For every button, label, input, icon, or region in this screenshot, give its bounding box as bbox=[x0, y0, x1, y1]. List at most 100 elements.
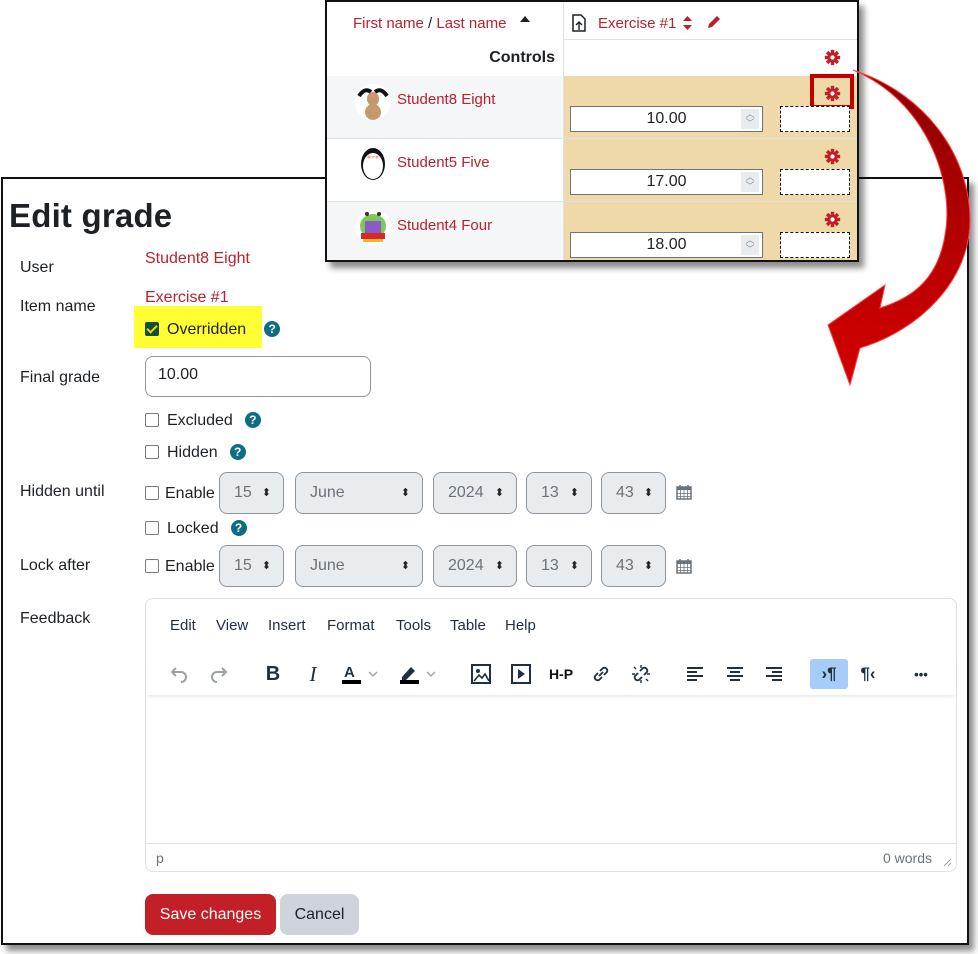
help-icon[interactable]: ? bbox=[230, 520, 247, 536]
menu-table[interactable]: Table bbox=[450, 617, 486, 634]
redo-button[interactable] bbox=[202, 659, 236, 689]
grade-input[interactable]: 18.00 ︿ ﹀ bbox=[570, 232, 763, 258]
align-center-button[interactable] bbox=[718, 659, 752, 689]
element-path[interactable]: p bbox=[156, 850, 164, 866]
final-grade-input[interactable]: 10.00 bbox=[145, 356, 371, 397]
align-left-button[interactable] bbox=[678, 659, 712, 689]
sort-arrows-icon: ⬍ bbox=[261, 560, 271, 572]
grade-cell: 10.00 ︿ ﹀ bbox=[563, 74, 857, 138]
sort-arrows-icon: ⬍ bbox=[494, 560, 504, 572]
hidden-until-month-select[interactable]: June ⬍ bbox=[295, 472, 423, 514]
student-name-link[interactable]: Student5 Five bbox=[397, 154, 490, 171]
hidden-until-year-select[interactable]: 2024 ⬍ bbox=[433, 472, 517, 514]
hidden-until-enable-checkbox[interactable] bbox=[145, 486, 159, 500]
editor-menubar: Edit View Insert Format Tools Table Help bbox=[146, 599, 956, 655]
edit-pencil-icon[interactable] bbox=[706, 14, 722, 30]
hidden-until-minute-select[interactable]: 43 ⬍ bbox=[601, 472, 666, 514]
redo-icon bbox=[211, 667, 228, 683]
insert-image-button[interactable] bbox=[464, 659, 498, 689]
item-header-link[interactable]: Exercise #1 bbox=[598, 15, 676, 32]
more-button[interactable]: ••• bbox=[904, 659, 938, 689]
insert-link-button[interactable] bbox=[584, 659, 618, 689]
save-changes-button[interactable]: Save changes bbox=[145, 894, 276, 935]
lock-after-month-select[interactable]: June ⬍ bbox=[295, 545, 423, 587]
help-icon[interactable]: ? bbox=[264, 321, 281, 337]
menu-help[interactable]: Help bbox=[505, 617, 536, 634]
grade-value: 10.00 bbox=[646, 110, 687, 127]
help-icon[interactable]: ? bbox=[229, 444, 246, 460]
grade-value: 17.00 bbox=[646, 173, 687, 190]
unlink-button[interactable] bbox=[624, 659, 658, 689]
insert-media-button[interactable] bbox=[504, 659, 538, 689]
word-count[interactable]: 0 words bbox=[883, 850, 932, 866]
student-name-link[interactable]: Student4 Four bbox=[397, 217, 492, 234]
feedback-label: Feedback bbox=[20, 610, 91, 627]
spinner-icon[interactable]: ︿ ﹀ bbox=[741, 172, 759, 192]
italic-button[interactable]: I bbox=[296, 659, 330, 689]
h5p-button[interactable]: H-P bbox=[544, 659, 578, 689]
lock-after-enable-checkbox[interactable] bbox=[145, 559, 159, 573]
menu-tools[interactable]: Tools bbox=[396, 617, 431, 634]
user-link[interactable]: Student8 Eight bbox=[145, 250, 250, 268]
rtl-button[interactable]: ¶‹ bbox=[851, 659, 885, 689]
editor-content-area[interactable] bbox=[146, 699, 956, 843]
spinner-icon[interactable]: ︿ ﹀ bbox=[741, 109, 759, 129]
highlight-color-button[interactable] bbox=[394, 659, 442, 689]
avatar-penguin[interactable] bbox=[355, 146, 391, 182]
more-icon: ••• bbox=[914, 666, 928, 682]
sort-last-name-link[interactable]: Last name bbox=[436, 15, 506, 32]
sort-arrows-icon: ⬍ bbox=[643, 560, 653, 572]
spinner-icon[interactable]: ︿ ﹀ bbox=[741, 235, 759, 255]
student-name-link[interactable]: Student8 Eight bbox=[397, 91, 495, 108]
cancel-button[interactable]: Cancel bbox=[280, 894, 359, 935]
lock-after-label: Lock after bbox=[20, 557, 91, 574]
lock-after-minute-select[interactable]: 43 ⬍ bbox=[601, 545, 666, 587]
hidden-until-day-select[interactable]: 15 ⬍ bbox=[219, 472, 284, 514]
excluded-checkbox[interactable] bbox=[145, 413, 159, 427]
sort-ascending-icon[interactable] bbox=[519, 15, 531, 23]
overridden-field: Overridden? bbox=[145, 321, 281, 339]
selected-value: 43 bbox=[616, 484, 634, 501]
item-header-cell: Exercise #1 bbox=[563, 2, 857, 40]
sort-icon[interactable] bbox=[682, 15, 693, 31]
grade-input[interactable]: 17.00 ︿ ﹀ bbox=[570, 169, 763, 195]
menu-view[interactable]: View bbox=[216, 617, 248, 634]
lock-after-hour-select[interactable]: 13 ⬍ bbox=[526, 545, 592, 587]
curved-arrow-annotation bbox=[827, 69, 971, 387]
selected-value: 2024 bbox=[448, 484, 484, 501]
sort-arrows-icon: ⬍ bbox=[494, 487, 504, 499]
menu-insert[interactable]: Insert bbox=[268, 617, 306, 634]
overridden-checkbox[interactable] bbox=[145, 322, 159, 336]
grade-input[interactable]: 10.00 ︿ ﹀ bbox=[570, 106, 763, 132]
hidden-checkbox[interactable] bbox=[145, 445, 159, 459]
menu-format[interactable]: Format bbox=[327, 617, 375, 634]
bold-button[interactable]: B bbox=[256, 659, 290, 689]
item-name-link[interactable]: Exercise #1 bbox=[145, 289, 229, 307]
undo-button[interactable] bbox=[162, 659, 196, 689]
calendar-icon[interactable] bbox=[676, 484, 692, 500]
locked-checkbox[interactable] bbox=[145, 521, 159, 535]
lock-after-year-select[interactable]: 2024 ⬍ bbox=[433, 545, 517, 587]
text-color-button[interactable]: A bbox=[336, 659, 384, 689]
align-right-button[interactable] bbox=[757, 659, 791, 689]
resize-handle-icon[interactable] bbox=[942, 857, 952, 867]
lock-after-day-select[interactable]: 15 ⬍ bbox=[219, 545, 284, 587]
unlink-icon bbox=[632, 665, 650, 683]
ltr-button[interactable]: ›¶ bbox=[810, 659, 848, 689]
help-icon[interactable]: ? bbox=[244, 412, 261, 428]
selected-value: 2024 bbox=[448, 557, 484, 574]
hidden-until-hour-select[interactable]: 13 ⬍ bbox=[526, 472, 592, 514]
align-left-icon bbox=[687, 667, 703, 681]
rtl-icon: ¶‹ bbox=[860, 664, 876, 683]
sort-arrows-icon: ⬍ bbox=[643, 487, 653, 499]
italic-icon: I bbox=[309, 661, 317, 686]
calendar-icon[interactable] bbox=[676, 558, 692, 574]
menu-edit[interactable]: Edit bbox=[170, 617, 196, 634]
editor-toolbar: B I A H-P ›¶ ¶‹ ••• bbox=[146, 655, 956, 695]
grader-report-excerpt: First name / Last name Exercise #1 Contr… bbox=[325, 0, 859, 262]
avatar-bug[interactable] bbox=[355, 209, 391, 245]
enable-label: Enable bbox=[165, 558, 215, 575]
sort-first-name-link[interactable]: First name bbox=[353, 15, 424, 32]
avatar-dog[interactable] bbox=[355, 84, 391, 120]
sort-arrows-icon: ⬍ bbox=[400, 487, 410, 499]
